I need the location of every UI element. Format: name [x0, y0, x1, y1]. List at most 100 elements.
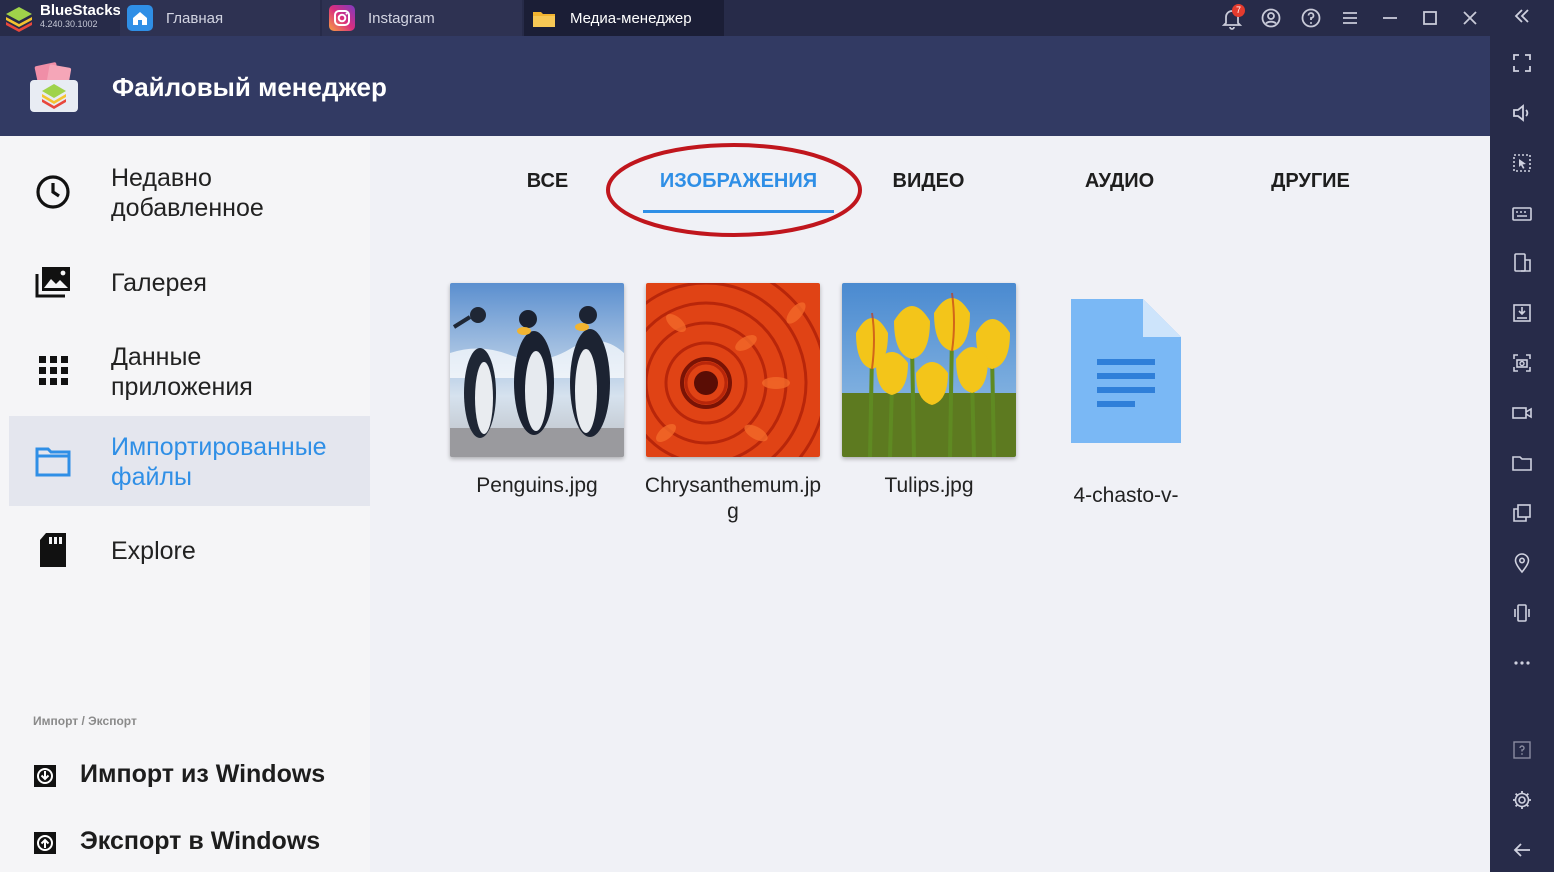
bluestacks-side-toolbar: [1490, 0, 1554, 872]
maximize-icon: [1423, 11, 1437, 25]
close-button[interactable]: [1458, 6, 1482, 30]
export-icon: [34, 832, 56, 854]
screen-rotate-button[interactable]: [1510, 251, 1534, 275]
media-folder-button[interactable]: [1510, 451, 1534, 475]
app-title: Файловый менеджер: [112, 72, 387, 102]
import-export-section-label: Импорт / Экспорт: [33, 714, 137, 728]
penguins-thumbnail: [450, 283, 624, 457]
shake-phone-icon: [1514, 604, 1530, 622]
nav-item-gallery-label: Галерея: [111, 269, 207, 297]
file-chrysanthemum[interactable]: Chrysanthemum.jpg: [643, 283, 823, 525]
shake-button[interactable]: [1510, 601, 1534, 625]
import-from-windows-label: Импорт из Windows: [80, 760, 326, 788]
folder-icon: [35, 447, 71, 477]
document-icon: [1071, 299, 1181, 443]
rotate-screen-icon: [1514, 253, 1531, 272]
left-navigation: Недавно добавленное Галерея Данные прило…: [0, 136, 370, 872]
brand-name: BlueStacks: [40, 2, 121, 19]
minimize-button[interactable]: [1378, 6, 1402, 30]
menu-button[interactable]: [1338, 6, 1362, 30]
help-side-button[interactable]: [1510, 738, 1534, 762]
gear-icon: [1513, 791, 1531, 809]
bluestacks-logo-icon: [6, 7, 32, 32]
brand-version: 4.240.30.1002: [40, 19, 98, 29]
volume-icon: [1513, 104, 1529, 122]
instagram-icon: [329, 5, 355, 31]
file-name-document: 4-chasto-v-: [1073, 484, 1179, 507]
nav-item-imported-files[interactable]: Импортированные файлы: [9, 416, 370, 506]
folder-icon: [1512, 456, 1532, 471]
help-icon: [1301, 8, 1321, 28]
notifications-button[interactable]: 7: [1220, 4, 1245, 30]
record-video-button[interactable]: [1510, 401, 1534, 425]
bluestacks-titlebar: BlueStacks 4.240.30.1002 Главная Instagr…: [0, 0, 1554, 36]
camera-icon: [1513, 354, 1531, 372]
apk-icon: [1513, 304, 1531, 322]
file-manager-app-icon: [30, 62, 78, 112]
minimize-icon: [1383, 17, 1397, 19]
volume-button[interactable]: [1510, 101, 1534, 125]
more-dots-icon: [1514, 661, 1530, 665]
keyboard-button[interactable]: [1510, 201, 1534, 225]
file-penguins[interactable]: Penguins.jpg: [447, 283, 627, 499]
grid-icon: [39, 356, 68, 385]
more-options-button[interactable]: [1510, 651, 1534, 675]
tab-media-manager[interactable]: Медиа-менеджер: [524, 0, 724, 36]
cursor-icon: [1513, 154, 1531, 172]
fullscreen-icon: [1513, 54, 1531, 72]
file-name-chrysanthemum: Chrysanthemum.jpg: [644, 474, 822, 523]
tab-home[interactable]: Главная: [120, 0, 320, 36]
file-tulips[interactable]: Tulips.jpg: [839, 283, 1019, 499]
nav-item-recent[interactable]: Недавно добавленное: [9, 150, 370, 234]
import-from-windows-button[interactable]: Импорт из Windows: [33, 756, 370, 796]
main-content: ВСЕ ИЗОБРАЖЕНИЯ ВИДЕО АУДИО ДРУГИЕ Pengu…: [370, 136, 1490, 872]
help-button[interactable]: [1299, 6, 1323, 30]
app-header: Файловый менеджер: [0, 36, 1490, 136]
screenshot-button[interactable]: [1510, 351, 1534, 375]
export-to-windows-label: Экспорт в Windows: [80, 827, 321, 855]
nav-item-app-data-label: Данные приложения: [111, 343, 253, 401]
install-apk-button[interactable]: [1510, 301, 1534, 325]
double-chevron-left-icon: [1514, 9, 1529, 23]
chrysanthemum-thumbnail: [646, 283, 820, 457]
hamburger-icon: [1343, 12, 1357, 24]
tab-instagram-label: Instagram: [368, 10, 435, 27]
close-icon: [1463, 11, 1477, 25]
tab-media-manager-label: Медиа-менеджер: [570, 10, 692, 27]
maximize-button[interactable]: [1418, 6, 1442, 30]
tab-instagram[interactable]: Instagram: [322, 0, 522, 36]
nav-item-imported-files-label: Импортированные файлы: [111, 433, 327, 491]
nav-item-app-data[interactable]: Данные приложения: [9, 328, 370, 412]
notification-badge: 7: [1232, 4, 1245, 17]
nav-item-explore-label: Explore: [111, 537, 196, 565]
collapse-toolbar-button[interactable]: [1510, 4, 1534, 28]
nav-item-explore[interactable]: Explore: [9, 516, 370, 586]
keyboard-icon: [1512, 207, 1532, 221]
export-to-windows-button[interactable]: Экспорт в Windows: [33, 823, 370, 863]
clock-icon: [36, 175, 70, 209]
home-icon: [127, 5, 153, 31]
file-document[interactable]: 4-chasto-v-: [1036, 283, 1216, 508]
settings-button[interactable]: [1510, 788, 1534, 812]
nav-item-gallery[interactable]: Галерея: [9, 246, 370, 320]
file-name-penguins: Penguins.jpg: [476, 474, 598, 497]
location-button[interactable]: [1510, 551, 1534, 575]
account-button[interactable]: [1259, 6, 1283, 30]
pointer-mode-button[interactable]: [1510, 151, 1534, 175]
sd-card-icon: [40, 533, 66, 567]
fullscreen-button[interactable]: [1510, 51, 1534, 75]
tab-audio[interactable]: АУДИО: [1024, 170, 1215, 193]
back-button[interactable]: [1510, 838, 1534, 862]
tab-other[interactable]: ДРУГИЕ: [1215, 170, 1406, 193]
import-icon: [34, 765, 56, 787]
tab-home-label: Главная: [166, 10, 224, 27]
multi-window-icon: [1513, 504, 1531, 522]
folder-icon: [531, 5, 557, 31]
multi-instance-button[interactable]: [1510, 501, 1534, 525]
nav-item-recent-label: Недавно добавленное: [111, 164, 264, 222]
question-box-icon: [1513, 741, 1531, 759]
arrow-left-icon: [1513, 843, 1530, 857]
location-pin-icon: [1514, 553, 1530, 574]
file-name-tulips: Tulips.jpg: [884, 474, 974, 497]
account-icon: [1261, 8, 1281, 28]
